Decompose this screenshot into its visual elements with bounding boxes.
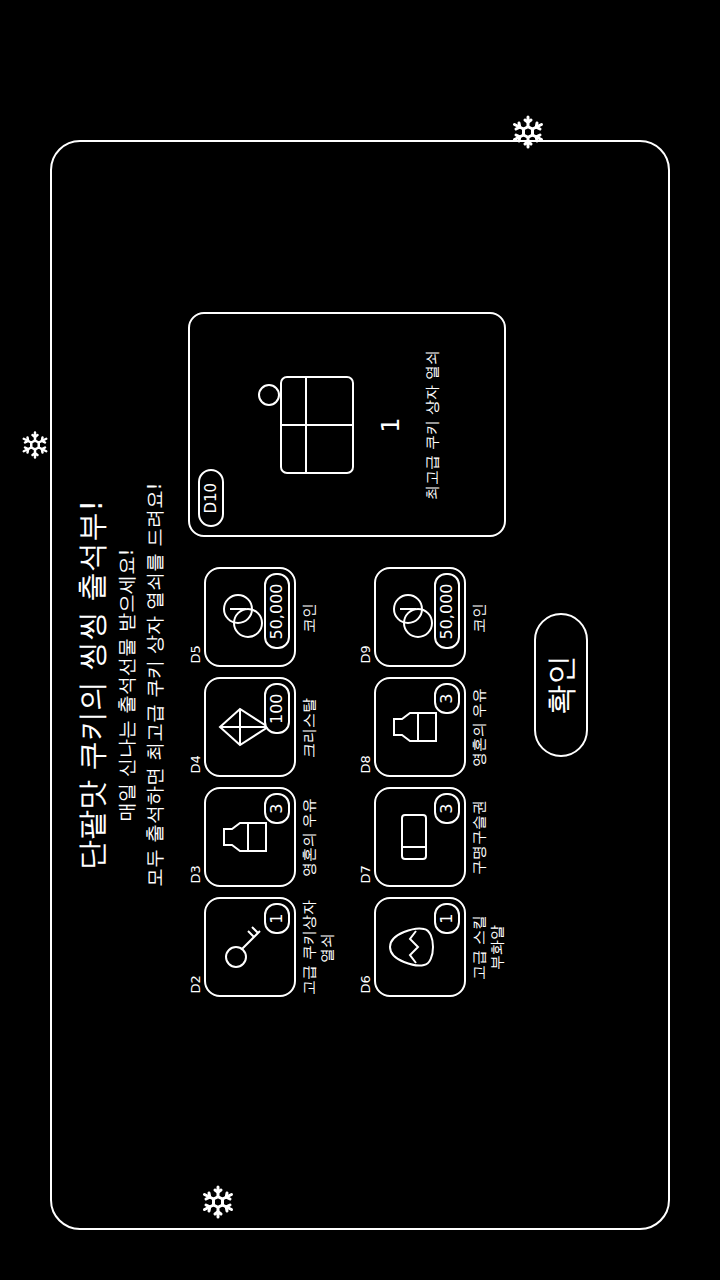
reward-count: 3 [434,794,460,824]
reward-card: 1 [374,898,466,998]
day-label: D5 [188,568,204,668]
landscape-stage: 단팥맛 쿠키의 씽씽 출석부!매일 신나는 출석선물 받으세요!모두 출석하면 … [0,0,720,1280]
day-cell: D7 3 구명구슬권 [358,788,506,888]
reward-count: 50,000 [264,574,290,650]
day-cell: D5 50,000 코인 [188,568,336,668]
reward-name: 크리스탈 [300,678,318,778]
day-label: D9 [358,568,374,668]
day-cell: D9 50,000 코인 [358,568,506,668]
grand-prize-card: D10 1 최고급 쿠키 상자 열쇠 [188,313,506,538]
day-label: D3 [188,788,204,888]
reward-card: 100 [204,678,296,778]
reward-card: 3 [374,678,466,778]
board-subtitle: 모두 출석하면 최고급 쿠키 상자 열쇠를 드려요! [140,483,168,888]
reward-name: 코인 [470,568,488,668]
reward-name: 영혼의 우유 [470,678,488,778]
day-label: D6 [358,898,374,998]
reward-name: 코인 [300,568,318,668]
day-cell: D4 100 크리스탈 [188,678,336,778]
day-label: D8 [358,678,374,778]
reward-count: 3 [434,684,460,714]
reward-name: 고급 쿠키상자 열쇠 [300,898,336,998]
snowflake-icon [200,1184,236,1220]
day-label: D2 [188,898,204,998]
day-cell: D8 3 영혼의 우유 [358,678,506,778]
rewards-grid: D2 1 고급 쿠키상자 열쇠 D3 3 영혼의 우유 D4 100 크리스탈 D5 50,000 코… [188,568,506,998]
reward-count: 3 [264,794,290,824]
day-cell: D6 1 고급 스킬 부화알 [358,898,506,998]
screen: 단팥맛 쿠키의 씽씽 출석부!매일 신나는 출석선물 받으세요!모두 출석하면 … [0,0,720,1280]
grand-prize-day: D10 [198,469,224,528]
reward-card: 3 [204,788,296,888]
day-label: D7 [358,788,374,888]
snowflake-icon [510,114,546,150]
reward-card: 1 [204,898,296,998]
board-subtitle: 매일 신나는 출석선물 받으세요! [112,549,140,822]
reward-name: 영혼의 우유 [300,788,318,888]
reward-name: 고급 스킬 부화알 [470,898,506,998]
grand-prize-name: 최고급 쿠키 상자 열쇠 [421,350,444,499]
grand-prize-count: 1 [373,417,409,432]
board-title: 단팥맛 쿠키의 씽씽 출석부! [72,500,112,871]
reward-count: 1 [434,904,460,934]
day-cell: D2 1 고급 쿠키상자 열쇠 [188,898,336,998]
reward-count: 100 [264,684,290,735]
rewards-area: D2 1 고급 쿠키상자 열쇠 D3 3 영혼의 우유 D4 100 크리스탈 D5 50,000 코… [188,313,506,998]
key-box-icon [251,365,361,485]
day-label: D4 [188,678,204,778]
reward-card: 3 [374,788,466,888]
reward-count: 50,000 [434,574,460,650]
reward-name: 구명구슬권 [470,788,488,888]
attendance-board: 단팥맛 쿠키의 씽씽 출석부!매일 신나는 출석선물 받으세요!모두 출석하면 … [50,140,670,1230]
confirm-button[interactable]: 확인 [534,613,588,757]
day-cell: D3 3 영혼의 우유 [188,788,336,888]
reward-card: 50,000 [204,568,296,668]
reward-count: 1 [264,904,290,934]
reward-card: 50,000 [374,568,466,668]
snowflake-icon [20,430,50,460]
